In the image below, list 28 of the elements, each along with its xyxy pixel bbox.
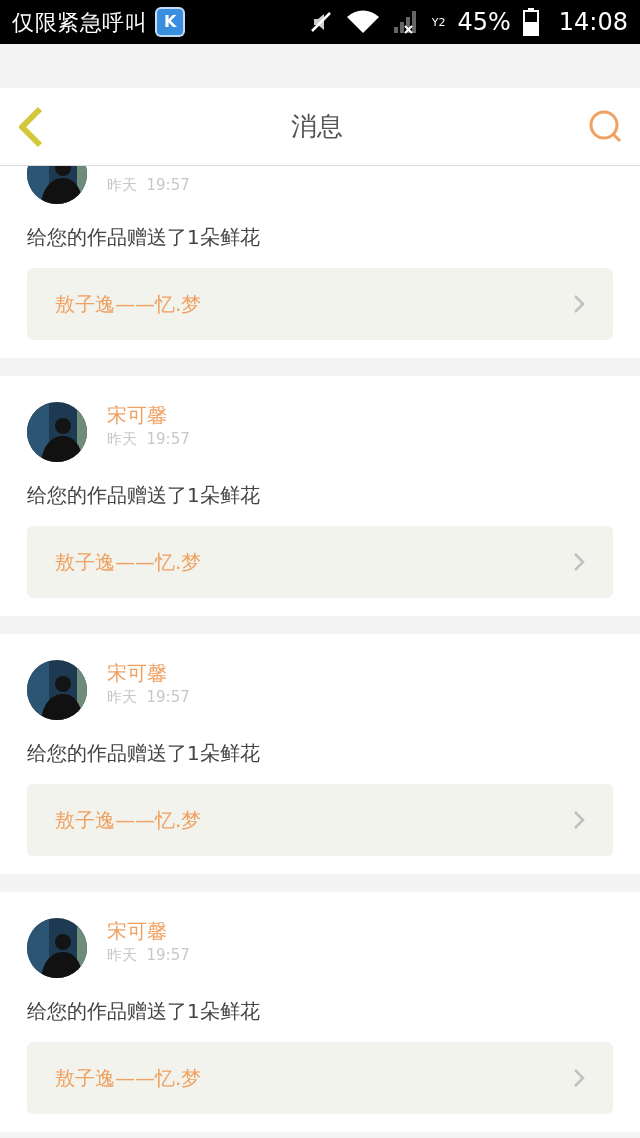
battery-icon xyxy=(522,8,539,36)
sender-name: 宋可馨 xyxy=(107,660,168,686)
work-title: 敖子逸——忆.梦 xyxy=(55,549,202,576)
work-link[interactable]: 敖子逸——忆.梦 xyxy=(27,1042,613,1114)
work-link[interactable]: 敖子逸——忆.梦 xyxy=(27,268,613,340)
page-title: 消息 xyxy=(291,110,343,143)
message-text: 给您的作品赠送了1朵鲜花 xyxy=(27,740,261,767)
chevron-icon xyxy=(573,294,585,314)
clock-text: 14:08 xyxy=(558,7,628,38)
app-icon: K xyxy=(155,7,186,37)
battery-text: 45% xyxy=(457,7,511,38)
work-link[interactable]: 敖子逸——忆.梦 xyxy=(27,784,613,856)
sender-name: 宋可馨 xyxy=(107,402,168,428)
work-link[interactable]: 敖子逸——忆.梦 xyxy=(27,526,613,598)
message-text: 给您的作品赠送了1朵鲜花 xyxy=(27,224,261,251)
message-text: 给您的作品赠送了1朵鲜花 xyxy=(27,482,261,509)
carrier-text: 仅限紧急呼叫 xyxy=(12,8,148,37)
chevron-icon xyxy=(573,810,585,830)
work-title: 敖子逸——忆.梦 xyxy=(55,291,202,318)
message-text: 给您的作品赠送了1朵鲜花 xyxy=(27,998,261,1025)
chevron-icon xyxy=(573,1068,585,1088)
work-title: 敖子逸——忆.梦 xyxy=(55,807,202,834)
chevron-icon xyxy=(573,552,585,572)
sender-name: 宋可馨 xyxy=(107,918,168,944)
sim-label: Y2 xyxy=(431,16,446,28)
work-title: 敖子逸——忆.梦 xyxy=(55,1065,202,1092)
wifi-icon xyxy=(345,9,380,35)
search-icon[interactable] xyxy=(588,108,624,145)
